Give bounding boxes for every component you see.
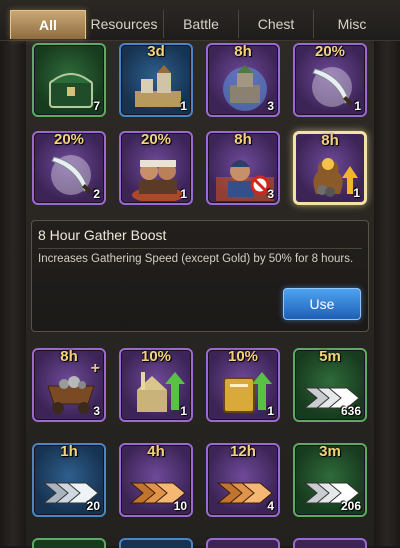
tab-all[interactable]: All	[10, 10, 86, 39]
item-count: 3	[93, 404, 100, 418]
item-gather-boost[interactable]: 8h 1	[293, 131, 367, 205]
item-label: 4h	[147, 443, 165, 460]
item-scimitar[interactable]: 20% 2	[32, 131, 106, 205]
right-frame	[374, 40, 400, 546]
tab-chest[interactable]: Chest	[239, 10, 314, 38]
item-count: 636	[340, 404, 361, 418]
fortress-icon	[223, 65, 267, 111]
item-count: 1	[267, 404, 274, 418]
item-city-map[interactable]: 3d 1	[119, 43, 193, 117]
left-frame	[0, 40, 26, 546]
soldier-no-entry-icon	[216, 160, 274, 201]
item-speedup[interactable]: 12h 4	[206, 443, 280, 517]
use-button[interactable]: Use	[283, 288, 361, 320]
item-count: 3	[267, 99, 274, 113]
item-speedup[interactable]: 3m 206	[293, 443, 367, 517]
item-count: 1	[180, 404, 187, 418]
item-label: 10%	[227, 348, 259, 365]
item-label: 3d	[147, 43, 165, 60]
item-label: 20%	[314, 43, 346, 60]
item-detail-panel: 8 Hour Gather Boost Increases Gathering …	[31, 220, 369, 332]
item-label: 8h	[321, 132, 339, 149]
item-label: 8h	[234, 131, 252, 148]
item-label: 10%	[140, 348, 172, 365]
item-count: 2	[93, 187, 100, 201]
item-speedup[interactable]: 5m 636	[293, 348, 367, 422]
item-fortress[interactable]: 8h 3	[206, 43, 280, 117]
item-count: 1	[180, 187, 187, 201]
scimitar-icon	[312, 67, 353, 107]
ore-cart-icon	[47, 376, 95, 414]
item-warriors[interactable]: 20% 1	[119, 131, 193, 205]
item-label: 3m	[319, 443, 341, 460]
item-speedup[interactable]: 4h 10	[119, 443, 193, 517]
tab-battle[interactable]: Battle	[164, 10, 239, 38]
tab-bar: All Resources Battle Chest Misc	[0, 0, 400, 41]
tab-resources[interactable]: Resources	[85, 10, 164, 38]
item-count: 20	[86, 499, 100, 513]
item-tile-partial[interactable]	[206, 538, 280, 548]
item-count: 1	[180, 99, 187, 113]
scimitar-icon	[51, 155, 92, 195]
item-tile-partial[interactable]	[32, 538, 106, 548]
item-count: 10	[173, 499, 187, 513]
item-count: 7	[93, 99, 100, 113]
item-label: 20%	[140, 131, 172, 148]
divider	[38, 248, 362, 249]
item-tile-partial[interactable]	[293, 538, 367, 548]
item-count: 4	[267, 499, 274, 513]
chest-icon	[49, 73, 93, 108]
item-detail-description: Increases Gathering Speed (except Gold) …	[38, 253, 354, 265]
item-count: 206	[340, 499, 361, 513]
item-count: 1	[353, 186, 360, 200]
item-soldier-no-entry[interactable]: 8h 3	[206, 131, 280, 205]
item-label: 1h	[60, 443, 78, 460]
item-chest[interactable]: 7	[32, 43, 106, 117]
building-upgrade-icon	[137, 372, 185, 412]
speedup-arrows-icon	[216, 482, 273, 504]
warriors-icon	[132, 160, 184, 201]
item-ore-cart[interactable]: 8h + 3	[32, 348, 106, 422]
book-upgrade-icon	[223, 372, 272, 413]
item-label: 12h	[230, 443, 256, 460]
item-building-upgrade[interactable]: 10% 1	[119, 348, 193, 422]
item-count: 3	[267, 187, 274, 201]
city-map-icon	[135, 65, 181, 107]
item-book-upgrade[interactable]: 10% 1	[206, 348, 280, 422]
item-scimitar[interactable]: 20% 1	[293, 43, 367, 117]
item-speedup[interactable]: 1h 20	[32, 443, 106, 517]
tab-misc[interactable]: Misc	[314, 10, 390, 38]
item-label: 5m	[319, 348, 341, 365]
item-count: 1	[354, 99, 361, 113]
item-tile-partial[interactable]	[119, 538, 193, 548]
item-detail-title: 8 Hour Gather Boost	[38, 227, 167, 243]
item-label: 20%	[53, 131, 85, 148]
item-label: 8h	[234, 43, 252, 60]
